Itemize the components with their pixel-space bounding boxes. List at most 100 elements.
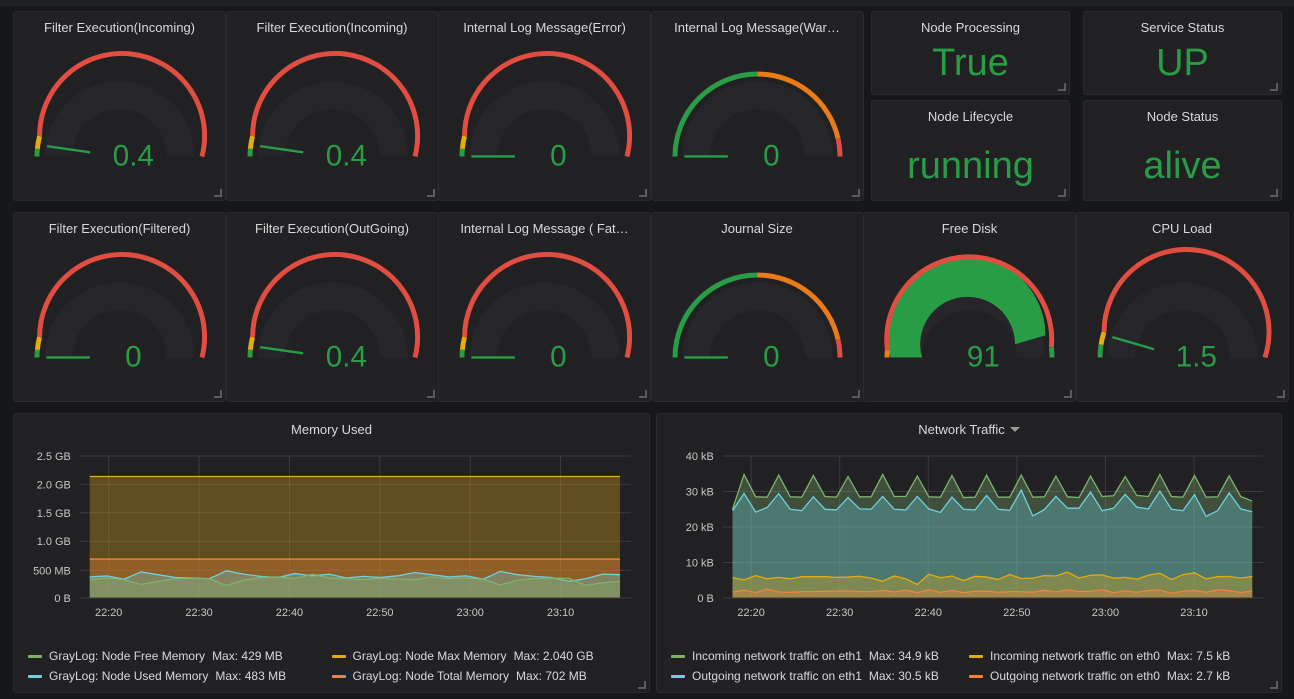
gauge-visual: 0.4 [14,32,225,196]
gauge-threshold-segment [835,338,842,358]
panel-resize-handle[interactable] [426,189,435,197]
stat-panel[interactable]: Node Status alive [1083,100,1282,201]
gauge-threshold-segment [34,135,42,149]
legend-color-swatch [969,654,983,658]
legend-series-name[interactable]: Outgoing network traffic on eth1 [692,666,862,686]
graph-legend: Incoming network traffic on eth1 Max: 34.… [657,646,1281,686]
panel-title-text: Network Traffic [918,422,1005,437]
panel-title[interactable]: Memory Used [14,414,649,437]
legend-series-name[interactable]: Incoming network traffic on eth1 [692,646,862,666]
legend-series-stat: Max: 7.5 kB [1166,649,1231,663]
panel-resize-handle[interactable] [1270,189,1278,197]
panel-resize-handle[interactable] [639,189,647,197]
stat-panel[interactable]: Node Lifecycle running [871,100,1070,201]
legend-color-swatch [969,674,983,678]
gauge-threshold-segment [835,137,842,157]
panel-resize-handle[interactable] [639,390,647,398]
stat-value: alive [1143,145,1222,187]
panel-resize-handle[interactable] [1064,390,1072,398]
plot-area[interactable]: 40 kB 30 kB 20 kB 10 kB 0 B 22:20 22:30 22:40 22… [657,440,1281,640]
gauge-panel[interactable]: Internal Log Message(Error) 0 [438,11,651,201]
gauge-visual: 0.4 [227,233,438,397]
panel-resize-handle[interactable] [851,189,860,197]
legend-item[interactable]: GrayLog: Node Used Memory Max: 483 MB [28,666,332,686]
legend-series-name[interactable]: GrayLog: Node Used Memory [49,666,208,686]
legend-item[interactable]: Incoming network traffic on eth0 Max: 7.5… [969,646,1267,666]
y-axis-tick-label: 30 kB [686,486,714,498]
panel-resize-handle[interactable] [638,681,646,689]
panel-resize-handle[interactable] [1270,681,1278,689]
legend-series-name[interactable]: GrayLog: Node Max Memory [353,646,507,666]
gauge-panel[interactable]: Filter Execution(OutGoing) 0.4 [225,212,439,402]
gauge-panel[interactable]: Internal Log Message ( Fat… 0 [438,212,651,402]
legend-item[interactable]: Incoming network traffic on eth1 Max: 34.… [671,646,969,666]
graph-body: 2.5 GB 2.0 GB 1.5 GB 1.0 GB 500 MB 0 B 22:20 22… [14,440,649,692]
legend-series-name[interactable]: GrayLog: Node Total Memory [353,666,510,686]
panel-resize-handle[interactable] [1276,390,1285,398]
gauge-value-text: 0.4 [113,139,154,172]
graph-panel[interactable]: Memory Used 2.5 GB 2.0 GB 1.5 GB 1.0 GB 500 M… [13,413,650,693]
stat-value: running [907,145,1034,187]
panel-resize-handle[interactable] [214,189,222,197]
chevron-down-icon[interactable] [1009,427,1020,432]
panel-resize-handle[interactable] [426,390,435,398]
gauge-value-text: 0 [763,139,779,172]
panel-resize-handle[interactable] [1058,189,1066,197]
legend-item[interactable]: Outgoing network traffic on eth0 Max: 2.7… [969,666,1267,686]
graph-panel[interactable]: Network Traffic 40 kB 30 kB 20 kB 10 kB 0 B 22… [656,413,1282,693]
panel-title[interactable]: Node Lifecycle [872,101,1069,124]
y-axis-tick-label: 40 kB [686,451,714,463]
gauge-panel[interactable]: Filter Execution(Incoming) 0.4 [13,11,226,201]
gauge-visual: 0 [652,32,863,196]
gauge-panel[interactable]: Journal Size 0 [650,212,864,402]
panel-title[interactable]: Network Traffic [657,414,1281,437]
panel-title[interactable]: Node Processing [872,12,1069,35]
gauge-visual: 0 [439,233,650,397]
legend-item[interactable]: GrayLog: Node Free Memory Max: 429 MB [28,646,332,666]
gauge-threshold-segment [247,135,255,149]
gauge-value-text: 0 [125,340,141,373]
gauge-value-text: 0 [763,340,779,373]
gauge-visual: 0 [14,233,225,397]
legend-color-swatch [671,654,685,658]
legend-item[interactable]: Outgoing network traffic on eth1 Max: 30.… [671,666,969,686]
legend-series-name[interactable]: Outgoing network traffic on eth0 [990,666,1160,686]
legend-series-name[interactable]: Incoming network traffic on eth0 [990,646,1160,666]
gauge-panel[interactable]: Internal Log Message(War… 0 [650,11,864,201]
x-axis-tick-label: 23:10 [547,607,574,619]
gauge-visual: 1.5 [1077,233,1288,397]
legend-color-swatch [28,654,42,658]
panel-resize-handle[interactable] [1058,83,1066,91]
panel-title[interactable]: Node Status [1084,101,1281,124]
legend-item[interactable]: GrayLog: Node Max Memory Max: 2.040 GB [331,646,636,666]
legend-color-swatch [331,674,346,678]
legend-item[interactable]: GrayLog: Node Total Memory Max: 702 MB [331,666,636,686]
gauge-value-text: 0 [550,139,566,172]
legend-color-swatch [331,654,346,658]
y-axis-tick-label: 2.5 GB [37,451,71,463]
gauge-visual: 91 [864,233,1075,397]
y-axis-tick-label: 2.0 GB [37,479,71,491]
gauge-threshold-segment [34,336,42,350]
top-strip [0,0,1294,6]
stat-value: UP [1156,42,1209,84]
gauge-panel[interactable]: Filter Execution(Filtered) 0 [13,212,226,402]
x-axis-tick-label: 22:50 [366,607,393,619]
gauge-panel[interactable]: Free Disk 91 [863,212,1076,402]
gauge-panel[interactable]: CPU Load 1.5 [1075,212,1289,402]
gauge-panel[interactable]: Filter Execution(Incoming) 0.4 [225,11,439,201]
gauge-threshold-segment [1097,344,1103,358]
panel-title[interactable]: Service Status [1084,12,1281,35]
legend-series-name[interactable]: GrayLog: Node Free Memory [49,646,205,666]
y-axis-tick-label: 0 B [54,593,70,605]
plot-area[interactable]: 2.5 GB 2.0 GB 1.5 GB 1.0 GB 500 MB 0 B 22:20 22… [14,440,649,640]
panel-resize-handle[interactable] [1270,83,1278,91]
gauge-value-text: 1.5 [1175,340,1216,373]
stat-panel[interactable]: Node Processing True [871,11,1070,95]
x-axis-tick-label: 23:10 [1180,607,1207,619]
gauge-visual: 0 [652,233,863,397]
panel-resize-handle[interactable] [851,390,860,398]
stat-panel[interactable]: Service Status UP [1083,11,1282,95]
y-axis-tick-label: 1.5 GB [37,508,71,520]
panel-resize-handle[interactable] [214,390,222,398]
